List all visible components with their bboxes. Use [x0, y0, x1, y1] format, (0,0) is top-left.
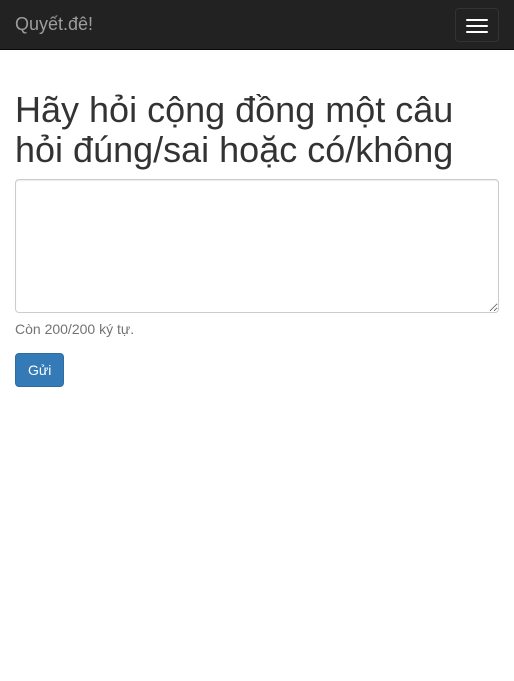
question-textarea[interactable] [15, 179, 499, 314]
submit-button[interactable]: Gửi [15, 353, 65, 388]
main-content: Hãy hỏi cộng đồng một câu hỏi đúng/sai h… [15, 50, 499, 388]
navbar-toggle-button[interactable] [455, 8, 499, 42]
hamburger-menu-icon [466, 19, 488, 21]
hamburger-menu-icon-bar [466, 25, 488, 27]
char-counter: Còn 200/200 ký tự. [15, 321, 135, 338]
top-navbar: Quyết.đê! [0, 0, 514, 50]
question-form: Còn 200/200 ký tự. Gửi [15, 179, 499, 388]
hamburger-menu-icon-bar [466, 31, 488, 33]
brand-link[interactable]: Quyết.đê! [15, 14, 93, 34]
page-heading: Hãy hỏi cộng đồng một câu hỏi đúng/sai h… [15, 89, 454, 170]
